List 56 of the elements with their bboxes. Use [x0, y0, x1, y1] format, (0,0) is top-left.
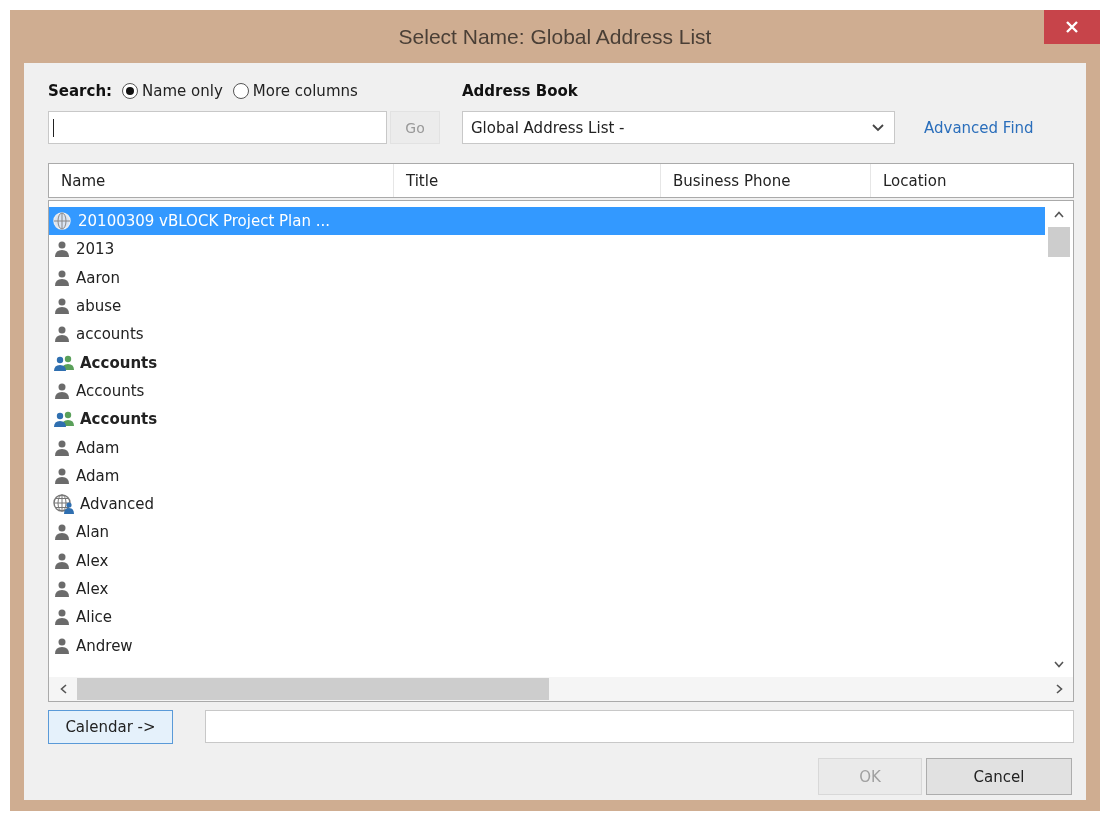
- address-book-dropdown[interactable]: Global Address List -: [462, 111, 895, 144]
- calendar-button[interactable]: Calendar ->: [48, 710, 173, 744]
- close-icon: [1065, 20, 1079, 34]
- column-header[interactable]: Name: [49, 164, 394, 197]
- address-book-label: Address Book: [462, 81, 579, 102]
- radio-option[interactable]: Name only: [122, 82, 223, 100]
- globe-icon: [53, 211, 73, 232]
- scroll-right-icon[interactable]: [1055, 684, 1063, 694]
- person-icon: [53, 580, 71, 598]
- person-icon: [53, 381, 71, 400]
- person-icon: [53, 551, 71, 570]
- list-row[interactable]: 2013: [49, 235, 1045, 264]
- list-row[interactable]: Adam: [49, 461, 1045, 490]
- search-field[interactable]: [48, 111, 387, 144]
- close-button[interactable]: [1044, 10, 1100, 44]
- people-icon: [53, 353, 75, 372]
- search-label: Search:: [48, 82, 113, 100]
- list-row[interactable]: Alex: [49, 546, 1045, 575]
- chevron-down-icon: [872, 123, 884, 132]
- scrollbar-thumb[interactable]: [1048, 227, 1070, 257]
- list-row[interactable]: Adam: [49, 433, 1045, 462]
- person-icon: [53, 297, 71, 316]
- scroll-down-icon[interactable]: [1054, 660, 1064, 668]
- recipient-field[interactable]: [205, 710, 1074, 743]
- list-row[interactable]: Accounts: [49, 376, 1045, 406]
- list-row[interactable]: Alex: [49, 574, 1045, 604]
- person-icon: [53, 438, 71, 457]
- person-icon: [53, 240, 71, 259]
- radio-option[interactable]: More columns: [232, 82, 358, 100]
- list-row[interactable]: accounts: [49, 320, 1045, 349]
- horizontal-scrollbar[interactable]: [49, 677, 1073, 701]
- scroll-left-icon[interactable]: [59, 684, 67, 694]
- list-row[interactable]: abuse: [49, 291, 1045, 321]
- people-icon: [53, 410, 75, 429]
- person-icon: [53, 268, 71, 287]
- advanced-find-link[interactable]: Advanced Find: [924, 111, 1034, 144]
- list-row[interactable]: Accounts: [49, 405, 1045, 434]
- dialog-button[interactable]: Cancel: [926, 758, 1072, 795]
- list-row[interactable]: Aaron: [49, 263, 1045, 292]
- person-icon: [53, 636, 71, 655]
- person-icon: [53, 608, 71, 627]
- list-row[interactable]: Andrew: [49, 631, 1045, 660]
- list-row[interactable]: Advanced: [49, 489, 1045, 519]
- column-header[interactable]: Business Phone: [661, 164, 871, 197]
- person-icon: [53, 466, 71, 485]
- person-icon: [53, 523, 71, 542]
- column-header[interactable]: Title: [394, 164, 661, 197]
- globe-person-icon: [53, 494, 75, 515]
- scroll-up-icon[interactable]: [1054, 210, 1064, 218]
- column-header[interactable]: Location: [871, 164, 1073, 197]
- list-row[interactable]: Accounts: [49, 348, 1045, 377]
- list-row[interactable]: Alan: [49, 518, 1045, 547]
- list-row[interactable]: Alice: [49, 603, 1045, 632]
- scrollbar-thumb[interactable]: [77, 678, 549, 700]
- person-icon: [53, 325, 71, 344]
- window-title: Select Name: Global Address List: [398, 24, 712, 49]
